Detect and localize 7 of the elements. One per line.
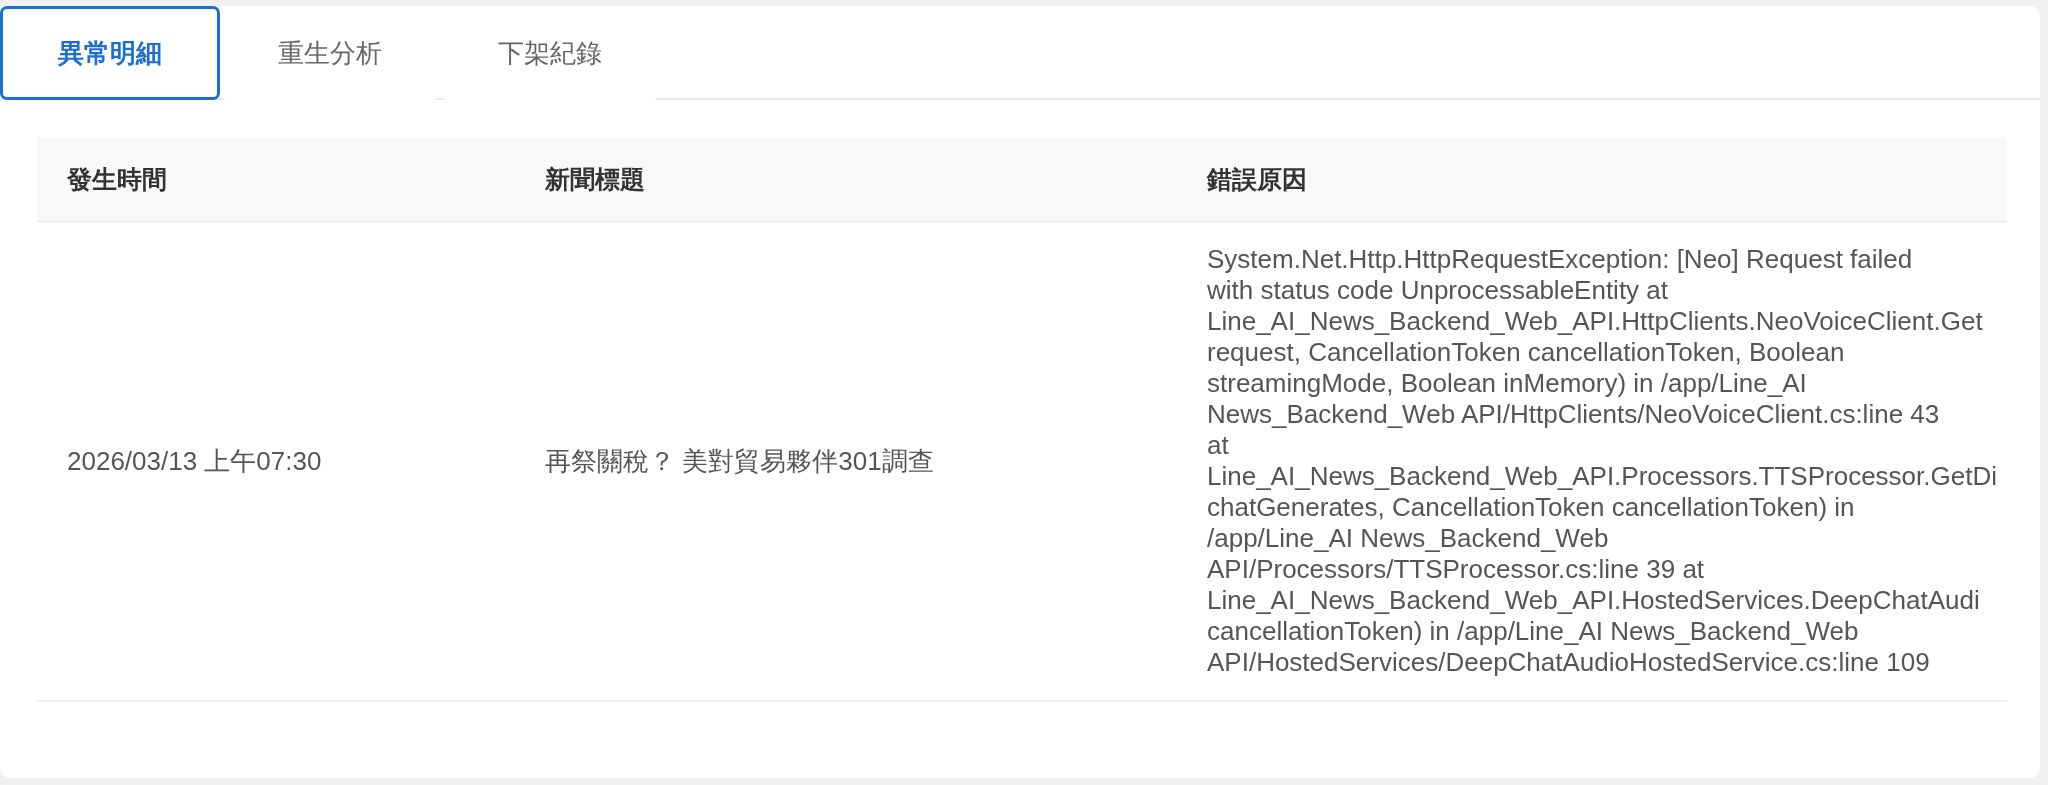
column-header: 新聞標題 <box>545 163 645 195</box>
column-header: 錯誤原因 <box>1207 163 1307 195</box>
column-header: 發生時間 <box>67 163 167 195</box>
tab[interactable]: 異常明細 <box>0 6 220 100</box>
time-cell-text: 2026/03/13 上午07:30 <box>67 444 322 478</box>
news-title-cell-text: 再祭關稅？ 美對貿易夥伴301調查 <box>545 444 934 478</box>
error-message: System.Net.Http.HttpRequestException: [Neo] Request failed with status code UnprocessableEntity at Line_AI_News_Backend_Web_API.HttpClients.NeoVoiceClient.Get request, CancellationToken cancellationToken, Boolean streamingMode, Boolean inMemory) in /app/Line_AI News_Backend_Web API/HttpClients/NeoVoiceClient.cs:line 43 at Line_AI_News_Backend_Web_API.Processors.TTSProcessor.GetDi chatGenerates, CancellationToken cancellationToken) in /app/Line_AI News_Backend_Web API/Processors/TTSProcessor.cs:line 39 at Line_AI_News_Backend_Web_API.HostedServices.DeepChatAudi cancellationToken) in /app/Line_AI News_Backend_Web API/HostedServices/DeepChatAudioHostedService.cs:line 109 <box>1207 244 1997 678</box>
